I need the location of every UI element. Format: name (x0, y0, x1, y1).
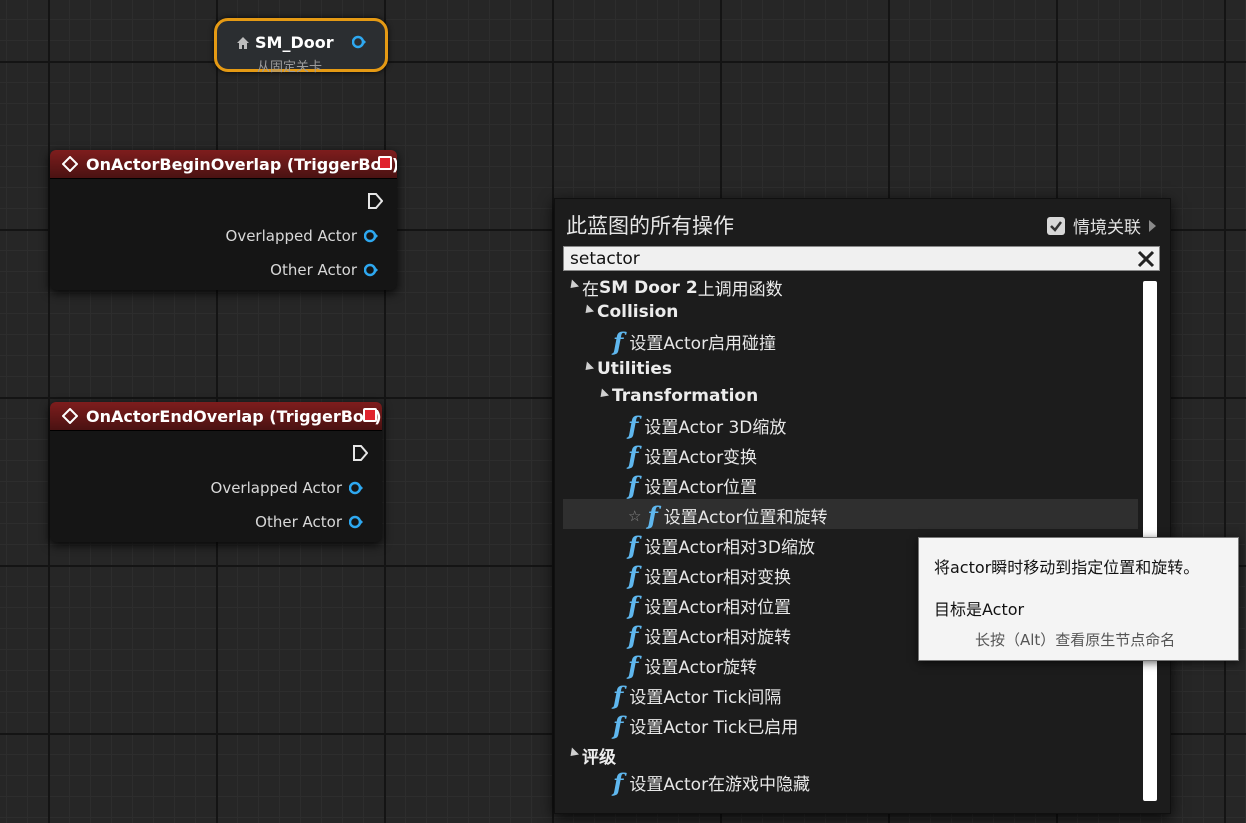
actor-reference-icon (237, 37, 249, 49)
other-actor-pin-icon[interactable] (349, 515, 363, 529)
delegate-pin-icon[interactable] (363, 408, 377, 422)
tooltip-target: 目标是Actor (934, 600, 1025, 619)
function-icon: f (613, 710, 624, 740)
overlapped-actor-pin-label: Overlapped Actor (210, 479, 342, 497)
action-list-item[interactable]: f 设置Actor在游戏中隐藏 (563, 766, 1138, 796)
action-label: 设置Actor在游戏中隐藏 (629, 775, 811, 795)
overlapped-actor-pin-label: Overlapped Actor (225, 227, 357, 245)
sm-door-reference-node[interactable]: SM_Door 从固定关卡 (214, 18, 388, 75)
action-label: 设置Actor相对3D缩放 (644, 538, 815, 558)
tooltip-description: 将actor瞬时移动到指定位置和旋转。 (934, 558, 1200, 577)
action-list-item[interactable]: f 设置Actor 3D缩放 (563, 409, 1138, 439)
chevron-right-icon (1149, 219, 1156, 232)
action-category[interactable]: 评级 (563, 739, 1138, 769)
expand-triangle-icon[interactable] (566, 279, 580, 292)
function-icon: f (628, 560, 639, 590)
expand-triangle-icon[interactable] (581, 303, 595, 317)
action-search-input[interactable] (570, 247, 1130, 270)
action-label: 设置Actor旋转 (644, 658, 758, 678)
action-label: 设置Actor位置和旋转 (663, 508, 828, 528)
action-list-item[interactable]: f 设置Actor变换 (563, 439, 1138, 469)
action-label: Transformation (612, 386, 759, 406)
context-sensitive-checkbox[interactable] (1047, 216, 1065, 235)
action-label: Utilities (597, 359, 673, 379)
action-label: 评级 (582, 748, 616, 768)
action-label: 设置Actor Tick已启用 (629, 718, 799, 738)
delegate-pin-icon[interactable] (378, 156, 392, 170)
expand-triangle-icon[interactable] (566, 747, 580, 760)
function-icon: f (613, 326, 624, 356)
action-list-item[interactable]: f 设置Actor启用碰撞 (563, 325, 1138, 355)
action-label: 设置Actor相对位置 (644, 598, 792, 618)
function-icon: f (647, 500, 658, 530)
function-icon: f (628, 410, 639, 440)
reference-node-subtitle: 从固定关卡 (257, 60, 323, 75)
tooltip-hint: 长按（Alt）查看原生节点命名 (975, 631, 1176, 649)
function-icon: f (613, 767, 624, 797)
event-diamond-icon (62, 408, 78, 424)
expand-triangle-icon[interactable] (581, 360, 595, 374)
function-icon: f (613, 680, 624, 710)
reference-node-title: SM_Door (255, 33, 334, 52)
event-node-header: OnActorEndOverlap (TriggerBox) (50, 402, 382, 431)
action-category[interactable]: 在 SM Door 2 上调用函数 (563, 271, 1138, 301)
object-output-pin-icon[interactable] (352, 35, 366, 49)
exec-output-pin-icon[interactable] (352, 444, 368, 462)
end-overlap-event-node[interactable]: OnActorEndOverlap (TriggerBox) Overlappe… (50, 402, 382, 542)
action-category[interactable]: Transformation (563, 382, 1138, 412)
action-list-item[interactable]: f 设置Actor Tick已启用 (563, 709, 1138, 739)
root-label-suffix: 上调用函数 (697, 280, 783, 300)
function-icon: f (628, 620, 639, 650)
clear-search-icon[interactable] (1136, 249, 1156, 269)
begin-overlap-event-node[interactable]: OnActorBeginOverlap (TriggerBox) Overlap… (50, 150, 397, 290)
action-category[interactable]: Utilities (563, 355, 1138, 385)
context-sensitive-label: 情境关联 (1073, 218, 1141, 238)
action-category[interactable]: Collision (563, 298, 1138, 328)
action-list-item[interactable]: f 设置Actor位置 (563, 469, 1138, 499)
event-node-title: OnActorEndOverlap (TriggerBox) (86, 407, 382, 426)
action-label: Collision (597, 302, 679, 322)
action-label: 设置Actor Tick间隔 (629, 688, 782, 708)
exec-output-pin-icon[interactable] (367, 192, 383, 210)
action-label: 设置Actor 3D缩放 (644, 418, 787, 438)
action-label: 设置Actor相对旋转 (644, 628, 792, 648)
other-actor-pin-icon[interactable] (364, 263, 378, 277)
checkmark-icon (1050, 220, 1062, 232)
function-icon: f (628, 440, 639, 470)
action-list-item[interactable]: ☆ f 设置Actor位置和旋转 (563, 499, 1138, 529)
expand-triangle-icon[interactable] (596, 387, 610, 401)
overlapped-actor-pin-icon[interactable] (349, 481, 363, 495)
function-icon: f (628, 590, 639, 620)
favorite-star-icon[interactable]: ☆ (628, 507, 641, 525)
event-diamond-icon (62, 156, 78, 172)
function-icon: f (628, 530, 639, 560)
context-sensitive-toggle[interactable]: 情境关联 (1047, 213, 1156, 238)
other-actor-pin-label: Other Actor (255, 513, 342, 531)
overlapped-actor-pin-icon[interactable] (364, 229, 378, 243)
function-icon: f (628, 470, 639, 500)
other-actor-pin-label: Other Actor (270, 261, 357, 279)
action-search-box (563, 246, 1160, 271)
blueprint-actions-menu: 此蓝图的所有操作 情境关联 在 SM Door 2上调用函数Collisionf… (554, 198, 1171, 814)
action-label: 设置Actor变换 (644, 448, 758, 468)
event-node-header: OnActorBeginOverlap (TriggerBox) (50, 150, 397, 179)
event-node-title: OnActorBeginOverlap (TriggerBox) (86, 155, 397, 174)
action-label: 设置Actor相对变换 (644, 568, 792, 588)
action-list-item[interactable]: f 设置Actor Tick间隔 (563, 679, 1138, 709)
actions-menu-title: 此蓝图的所有操作 (566, 214, 734, 238)
root-label-target: SM Door 2 (599, 277, 698, 298)
action-label: 设置Actor位置 (644, 478, 758, 498)
action-tooltip: 将actor瞬时移动到指定位置和旋转。 目标是Actor 长按（Alt）查看原生… (918, 537, 1239, 661)
function-icon: f (628, 650, 639, 680)
root-label-prefix: 在 (582, 280, 599, 300)
action-label: 设置Actor启用碰撞 (629, 334, 777, 354)
